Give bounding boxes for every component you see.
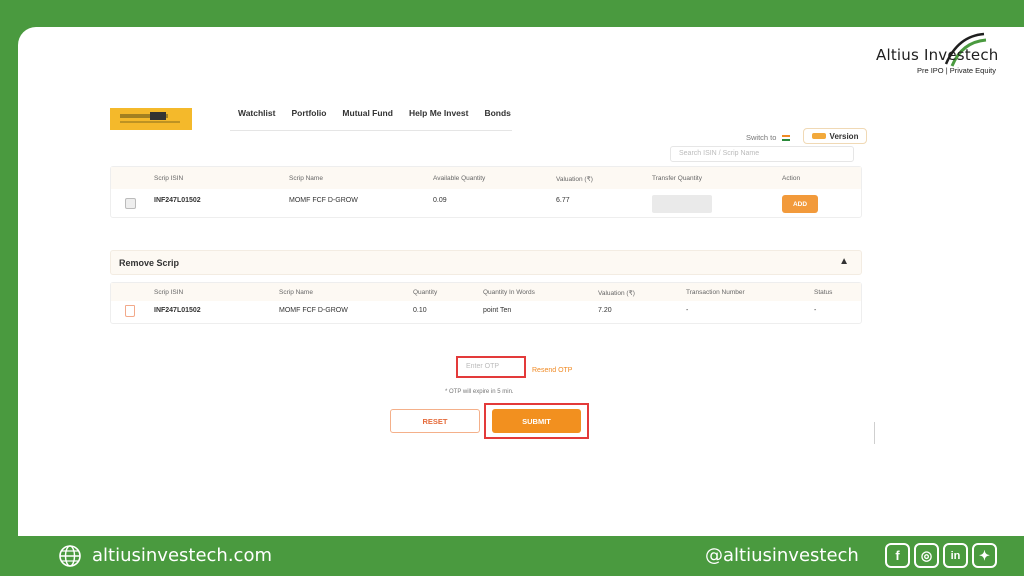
version-label: Version [829, 131, 859, 141]
row-transaction-number: - [686, 307, 689, 314]
table-row: INF247L01502 MOMF FCF D-GROW 0.09 6.77 A… [111, 189, 861, 219]
flag-icon [782, 134, 791, 141]
reset-button[interactable]: RESET [390, 409, 480, 433]
nav-mutual-fund[interactable]: Mutual Fund [342, 108, 393, 118]
row-name: MOMF FCF D-GROW [279, 307, 348, 314]
col-action: Action [782, 175, 801, 182]
app-screenshot: Watchlist Portfolio Mutual Fund Help Me … [110, 100, 875, 460]
scroll-indicator [874, 422, 875, 444]
twitter-icon[interactable]: ✦ [972, 543, 997, 568]
remove-scrip-table: Scrip ISIN Scrip Name Quantity Quantity … [110, 282, 862, 324]
table-header: Scrip ISIN Scrip Name Available Quantity… [111, 167, 861, 189]
version-chip-icon [811, 133, 826, 139]
nav-help-me-invest[interactable]: Help Me Invest [409, 108, 469, 118]
facebook-icon[interactable]: f [885, 543, 910, 568]
row-valuation: 6.77 [556, 197, 570, 204]
row-valuation: 7.20 [598, 307, 612, 314]
row-status: - [814, 307, 817, 314]
col-valuation: Valuation (₹) [556, 176, 593, 183]
submit-button[interactable]: SUBMIT [492, 409, 581, 433]
nav-watchlist[interactable]: Watchlist [238, 108, 275, 118]
col-name: Scrip Name [289, 175, 323, 182]
otp-input[interactable]: Enter OTP [456, 356, 526, 378]
search-input[interactable]: Search ISIN / Scrip Name [670, 146, 854, 162]
row-isin: INF247L01502 [154, 307, 201, 314]
social-handle: @altiusinvestech [705, 545, 859, 566]
brand-subtitle: Pre IPO | Private Equity [916, 66, 996, 75]
footer-bar: altiusinvestech.com @altiusinvestech f ◎… [0, 536, 1024, 576]
version-toggle-button[interactable]: Version [803, 128, 867, 144]
remove-scrip-header[interactable]: Remove Scrip ▲ [110, 250, 862, 275]
linkedin-icon[interactable]: in [943, 543, 968, 568]
col-available-qty: Available Quantity [433, 175, 486, 182]
row-available-qty: 0.09 [433, 197, 447, 204]
social-icons: f ◎ in ✦ [885, 543, 997, 568]
switch-label: Switch to [746, 133, 777, 142]
col-transfer-qty: Transfer Quantity [652, 175, 702, 182]
nav-portfolio[interactable]: Portfolio [291, 108, 326, 118]
otp-expiry-note: * OTP will expire in 5 min. [445, 389, 514, 395]
holdings-table: Scrip ISIN Scrip Name Available Quantity… [110, 166, 862, 218]
row-quantity-words: point Ten [483, 307, 512, 314]
col-quantity: Quantity [413, 289, 438, 296]
brand-title: Altius Investech [876, 46, 999, 64]
col-status: Status [814, 289, 833, 296]
resend-otp-link[interactable]: Resend OTP [532, 367, 572, 374]
table-row: INF247L01502 MOMF FCF D-GROW 0.10 point … [111, 301, 861, 323]
globe-icon [59, 545, 81, 567]
col-isin: Scrip ISIN [154, 175, 184, 182]
transfer-quantity-input[interactable] [652, 195, 712, 213]
brand-logo: Altius Investech Pre IPO | Private Equit… [876, 32, 999, 75]
website-link[interactable]: altiusinvestech.com [92, 545, 272, 566]
nav-bonds[interactable]: Bonds [484, 108, 510, 118]
table-header: Scrip ISIN Scrip Name Quantity Quantity … [111, 283, 861, 301]
instagram-icon[interactable]: ◎ [914, 543, 939, 568]
col-name: Scrip Name [279, 289, 313, 296]
top-nav: Watchlist Portfolio Mutual Fund Help Me … [238, 108, 511, 118]
app-logo[interactable] [110, 108, 192, 130]
col-transaction-number: Transaction Number [686, 289, 745, 296]
col-isin: Scrip ISIN [154, 289, 184, 296]
nav-divider [230, 130, 512, 131]
remove-scrip-title: Remove Scrip [119, 258, 180, 268]
chevron-up-icon[interactable]: ▲ [839, 256, 849, 267]
row-name: MOMF FCF D-GROW [289, 197, 358, 204]
switch-to: Switch to [746, 133, 791, 142]
col-valuation: Valuation (₹) [598, 290, 635, 297]
col-quantity-words: Quantity In Words [483, 289, 535, 296]
row-checkbox[interactable] [125, 198, 136, 209]
add-button[interactable]: ADD [782, 195, 818, 213]
row-isin: INF247L01502 [154, 197, 201, 204]
row-quantity: 0.10 [413, 307, 427, 314]
trash-icon[interactable] [125, 305, 135, 317]
